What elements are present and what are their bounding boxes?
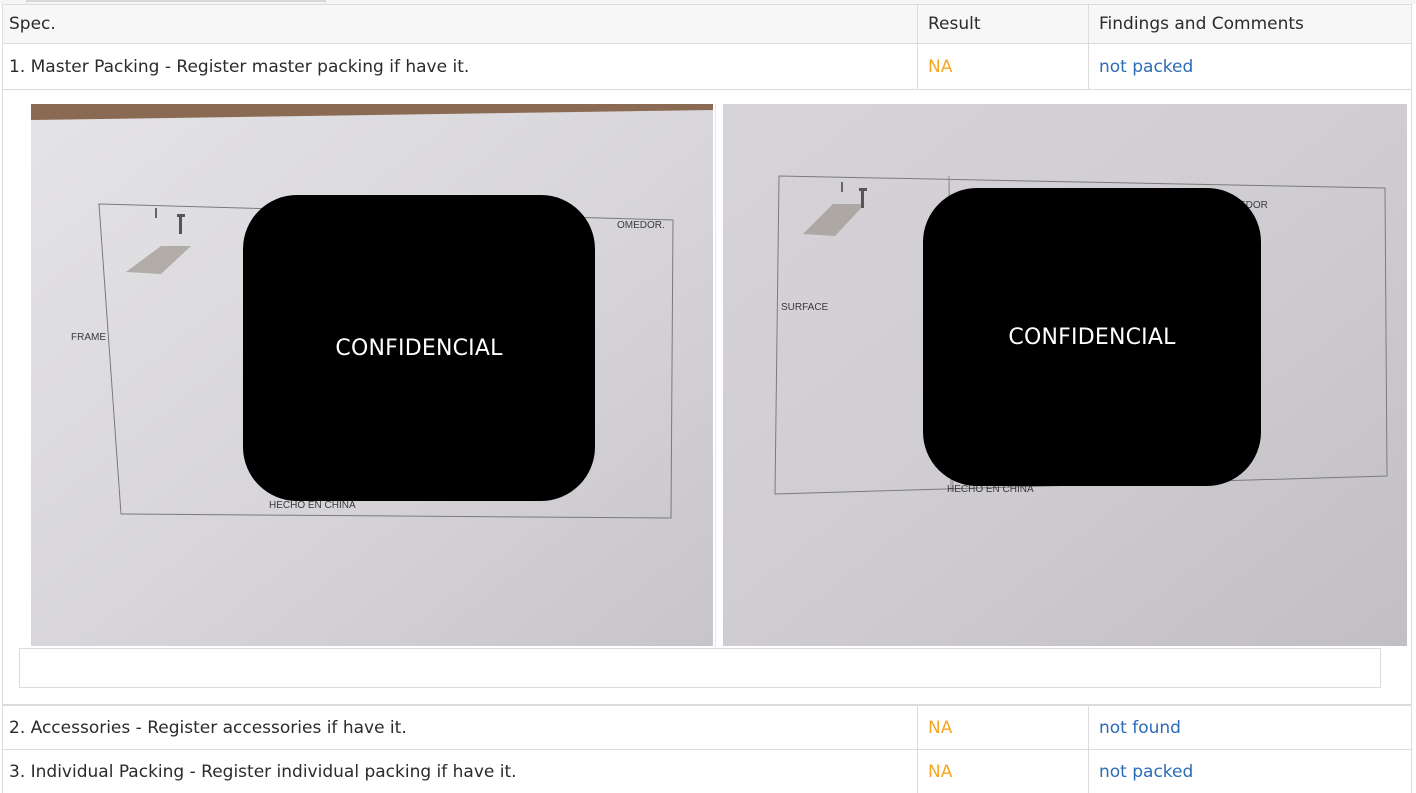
findings-value: not packed (1088, 44, 1411, 89)
photo-partial-title: OMEDOR. (617, 220, 665, 231)
confidential-overlay: CONFIDENCIAL (243, 195, 595, 501)
photo-master-packing-2[interactable]: SURFACE EDOR HECHO EN CHINA CONFIDENCIAL (723, 104, 1407, 646)
photo-master-packing-1[interactable]: FRAME OMEDOR. HECHO EN CHINA CONFIDENCIA… (31, 104, 713, 646)
table-row: 2. Accessories - Register accessories if… (2, 705, 1412, 750)
header-findings: Findings and Comments (1088, 5, 1411, 43)
header-spec: Spec. (9, 14, 56, 34)
photo-origin-text: HECHO EN CHINA (269, 500, 356, 511)
findings-value: not packed (1088, 750, 1411, 793)
photo-caption-box (19, 648, 1381, 688)
photo-divider (715, 104, 716, 650)
findings-value: not found (1088, 706, 1411, 749)
header-result: Result (917, 5, 1088, 43)
result-value: NA (917, 44, 1088, 89)
photo-gallery: FRAME OMEDOR. HECHO EN CHINA CONFIDENCIA… (2, 90, 1412, 705)
table-row: 1. Master Packing - Register master pack… (2, 43, 1412, 90)
confidential-overlay: CONFIDENCIAL (923, 188, 1261, 486)
result-value: NA (917, 706, 1088, 749)
photo-label: SURFACE (781, 302, 829, 313)
result-value: NA (917, 750, 1088, 793)
cropped-text-fragment (26, 0, 326, 2)
spec-text: 1. Master Packing - Register master pack… (9, 56, 470, 77)
spec-text: 2. Accessories - Register accessories if… (9, 717, 407, 738)
table-header-row: Spec. Result Findings and Comments (2, 4, 1412, 44)
spec-text: 3. Individual Packing - Register individ… (9, 761, 517, 782)
table-row: 3. Individual Packing - Register individ… (2, 749, 1412, 793)
photo-label: FRAME (71, 332, 106, 343)
